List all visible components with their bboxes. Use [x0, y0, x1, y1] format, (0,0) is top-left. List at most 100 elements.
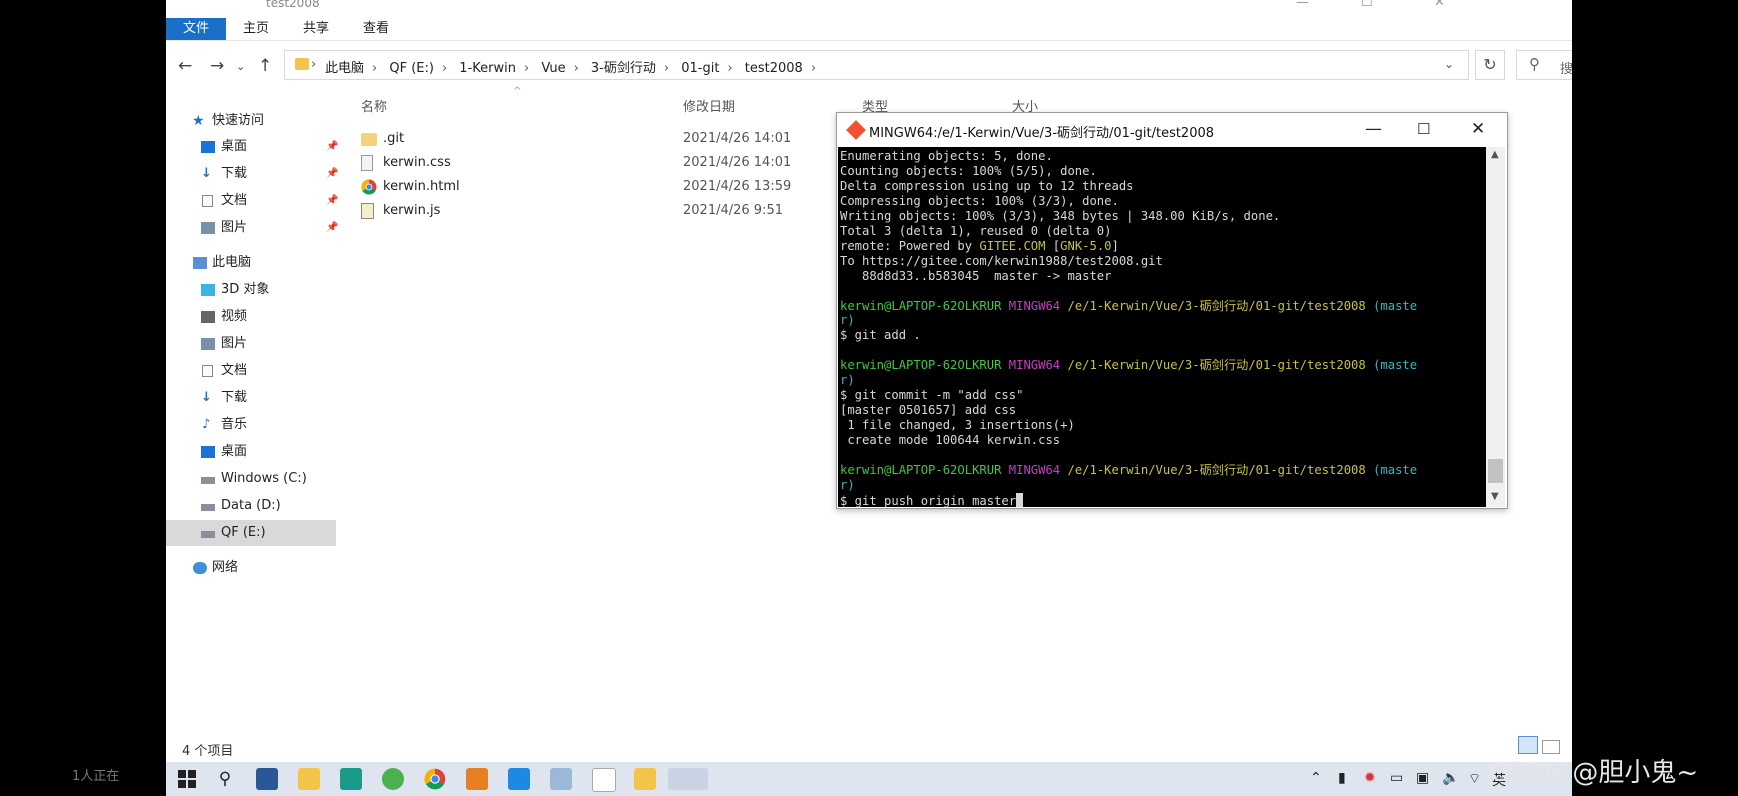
sidebar-item-desktop[interactable]: 桌面 [166, 439, 336, 465]
chevron-down-icon[interactable]: ⌄ [236, 60, 245, 73]
crumb-lijian[interactable]: 3-砺剑行动 [591, 61, 656, 76]
file-name: kerwin.css [383, 155, 451, 170]
term-line: Compressing objects: 100% (3/3), done. [840, 193, 1119, 208]
crumb-test2008[interactable]: test2008 [745, 61, 803, 76]
chevron-up-icon[interactable]: ⌃ [1310, 770, 1322, 786]
file-explorer-icon[interactable] [298, 768, 320, 790]
column-header-date[interactable]: 修改日期 [683, 96, 735, 115]
pin-icon[interactable]: 📌 [326, 188, 338, 214]
search-box[interactable]: ⚲ 搜索"test2008" [1516, 50, 1572, 80]
usb-icon[interactable]: ▮ [1338, 770, 1346, 786]
wifi-icon[interactable]: ⌔ [1468, 770, 1481, 788]
antivirus-icon[interactable]: ✹ [1364, 770, 1376, 786]
terminal-output[interactable]: Enumerating objects: 5, done. Counting o… [838, 147, 1486, 507]
js-file-icon [361, 203, 374, 219]
forward-arrow-icon[interactable]: → [210, 56, 224, 76]
term-cmd: $ git push origin master [840, 493, 1017, 507]
git-bash-taskbar-icon[interactable] [668, 768, 708, 790]
text-cursor [1016, 492, 1024, 507]
scroll-down-icon[interactable]: ▼ [1491, 491, 1499, 502]
sidebar-item-downloads[interactable]: ↓ 下载 [166, 385, 336, 411]
terminal-title-bar[interactable]: MINGW64:/e/1-Kerwin/Vue/3-砺剑行动/01-git/te… [837, 113, 1507, 147]
back-arrow-icon[interactable]: ← [178, 56, 192, 76]
app-icon-u[interactable] [340, 768, 362, 790]
sidebar-item-videos[interactable]: 视频 [166, 304, 336, 330]
close-icon[interactable]: ✕ [1434, 0, 1445, 10]
terminal-title: MINGW64:/e/1-Kerwin/Vue/3-砺剑行动/01-git/te… [869, 126, 1215, 141]
term-line: Enumerating objects: 5, done. [840, 149, 1053, 163]
sidebar-item-drive-e[interactable]: QF (E:) [166, 520, 336, 546]
breadcrumb: 此电脑 › QF (E:) › 1-Kerwin › Vue › 3-砺剑行动 › 01-… [325, 61, 817, 76]
maximize-icon[interactable]: ☐ [1361, 0, 1373, 10]
terminal-window[interactable]: MINGW64:/e/1-Kerwin/Vue/3-砺剑行动/01-git/te… [836, 112, 1508, 509]
chrome-icon[interactable] [424, 768, 446, 790]
address-bar[interactable]: › 此电脑 › QF (E:) › 1-Kerwin › Vue › 3-砺剑行动 › 0… [284, 50, 1469, 80]
prompt-branch-wrap: r) [840, 313, 855, 328]
sidebar-item-label: 文档 [221, 193, 248, 208]
tab-view[interactable]: 查看 [356, 18, 396, 40]
search-icon[interactable]: ⚲ [214, 768, 236, 790]
sidebar-item-label: 此电脑 [212, 255, 252, 270]
scrollbar-thumb[interactable] [1488, 459, 1503, 483]
desktop-icon [201, 446, 215, 458]
document-icon [202, 195, 213, 207]
sidebar-item-documents-pinned[interactable]: 文档 📌 [166, 188, 338, 214]
maximize-icon[interactable]: ☐ [1417, 120, 1430, 138]
sublime-icon[interactable] [466, 768, 488, 790]
up-arrow-icon[interactable]: ↑ [258, 56, 272, 76]
file-name: kerwin.js [383, 203, 441, 218]
sidebar-item-downloads-pinned[interactable]: ↓ 下载 📌 [166, 161, 338, 187]
tab-share[interactable]: 共享 [296, 18, 336, 40]
address-dropdown-icon[interactable]: ⌄ [1444, 57, 1454, 71]
crumb-git[interactable]: 01-git [681, 61, 719, 76]
sidebar-item-label: 3D 对象 [221, 282, 270, 297]
refresh-button[interactable]: ↻ [1475, 50, 1505, 80]
pin-icon[interactable]: 📌 [326, 215, 338, 241]
prompt-path: /e/1-Kerwin/Vue/3-砺剑行动/01-git/test2008 [1067, 463, 1366, 478]
sidebar-item-music[interactable]: ♪ 音乐 [166, 412, 336, 438]
pin-icon[interactable]: 📌 [326, 134, 338, 160]
prompt-user: kerwin@LAPTOP-62OLKRUR [840, 358, 1002, 373]
crumb-vue[interactable]: Vue [541, 61, 565, 76]
sidebar-item-pictures[interactable]: 图片 [166, 331, 336, 357]
column-header-name[interactable]: 名称 [361, 96, 387, 115]
typora-icon[interactable] [592, 768, 616, 792]
terminal-scrollbar[interactable]: ▲ ▼ [1486, 147, 1505, 507]
sidebar-item-label: 文档 [221, 363, 248, 378]
crumb-kerwin[interactable]: 1-Kerwin [459, 61, 516, 76]
sidebar-item-drive-c[interactable]: Windows (C:) [166, 466, 336, 492]
volume-icon[interactable]: 🔈 [1442, 770, 1459, 786]
sidebar-item-drive-d[interactable]: Data (D:) [166, 493, 336, 519]
display-icon[interactable]: ▣ [1416, 770, 1429, 786]
sidebar-item-documents[interactable]: 文档 [166, 358, 336, 384]
pin-icon[interactable]: 📌 [326, 161, 338, 187]
sidebar-item-label: 下载 [221, 166, 248, 181]
tab-file[interactable]: 文件 [166, 18, 226, 40]
sidebar-item-desktop-pinned[interactable]: 桌面 📌 [166, 134, 338, 160]
close-icon[interactable]: ✕ [1471, 119, 1485, 139]
crumb-computer[interactable]: 此电脑 [325, 61, 364, 76]
sidebar-item-label: 视频 [221, 309, 248, 324]
sidebar-item-pictures-pinned[interactable]: 图片 📌 [166, 215, 338, 241]
file-date: 2021/4/26 14:01 [683, 155, 792, 170]
term-line: Writing objects: 100% (3/3), 348 bytes |… [840, 208, 1281, 223]
tab-home[interactable]: 主页 [236, 18, 276, 40]
crumb-drive[interactable]: QF (E:) [389, 61, 434, 76]
vscode-icon[interactable] [508, 768, 530, 790]
minimize-icon[interactable]: — [1296, 0, 1309, 10]
minimize-icon[interactable]: — [1365, 119, 1382, 139]
sidebar-item-3d-objects[interactable]: 3D 对象 [166, 277, 336, 303]
start-button[interactable] [176, 768, 198, 790]
folder-icon[interactable] [634, 768, 656, 790]
sidebar-item-this-pc[interactable]: 此电脑 [166, 250, 336, 276]
app-icon-p[interactable] [256, 768, 278, 790]
battery-icon[interactable]: ▭ [1390, 770, 1403, 786]
sidebar-item-network[interactable]: 网络 [166, 555, 336, 581]
prompt-branch-wrap: r) [840, 373, 855, 388]
app-icon-paint[interactable] [550, 768, 572, 790]
folder-icon [295, 58, 309, 70]
sidebar-item-quick-access[interactable]: ★ 快速访问 [166, 108, 336, 134]
status-bar-count: 4 个项目 [182, 744, 234, 759]
scroll-up-icon[interactable]: ▲ [1491, 149, 1499, 160]
app-icon-gear[interactable] [382, 768, 404, 790]
